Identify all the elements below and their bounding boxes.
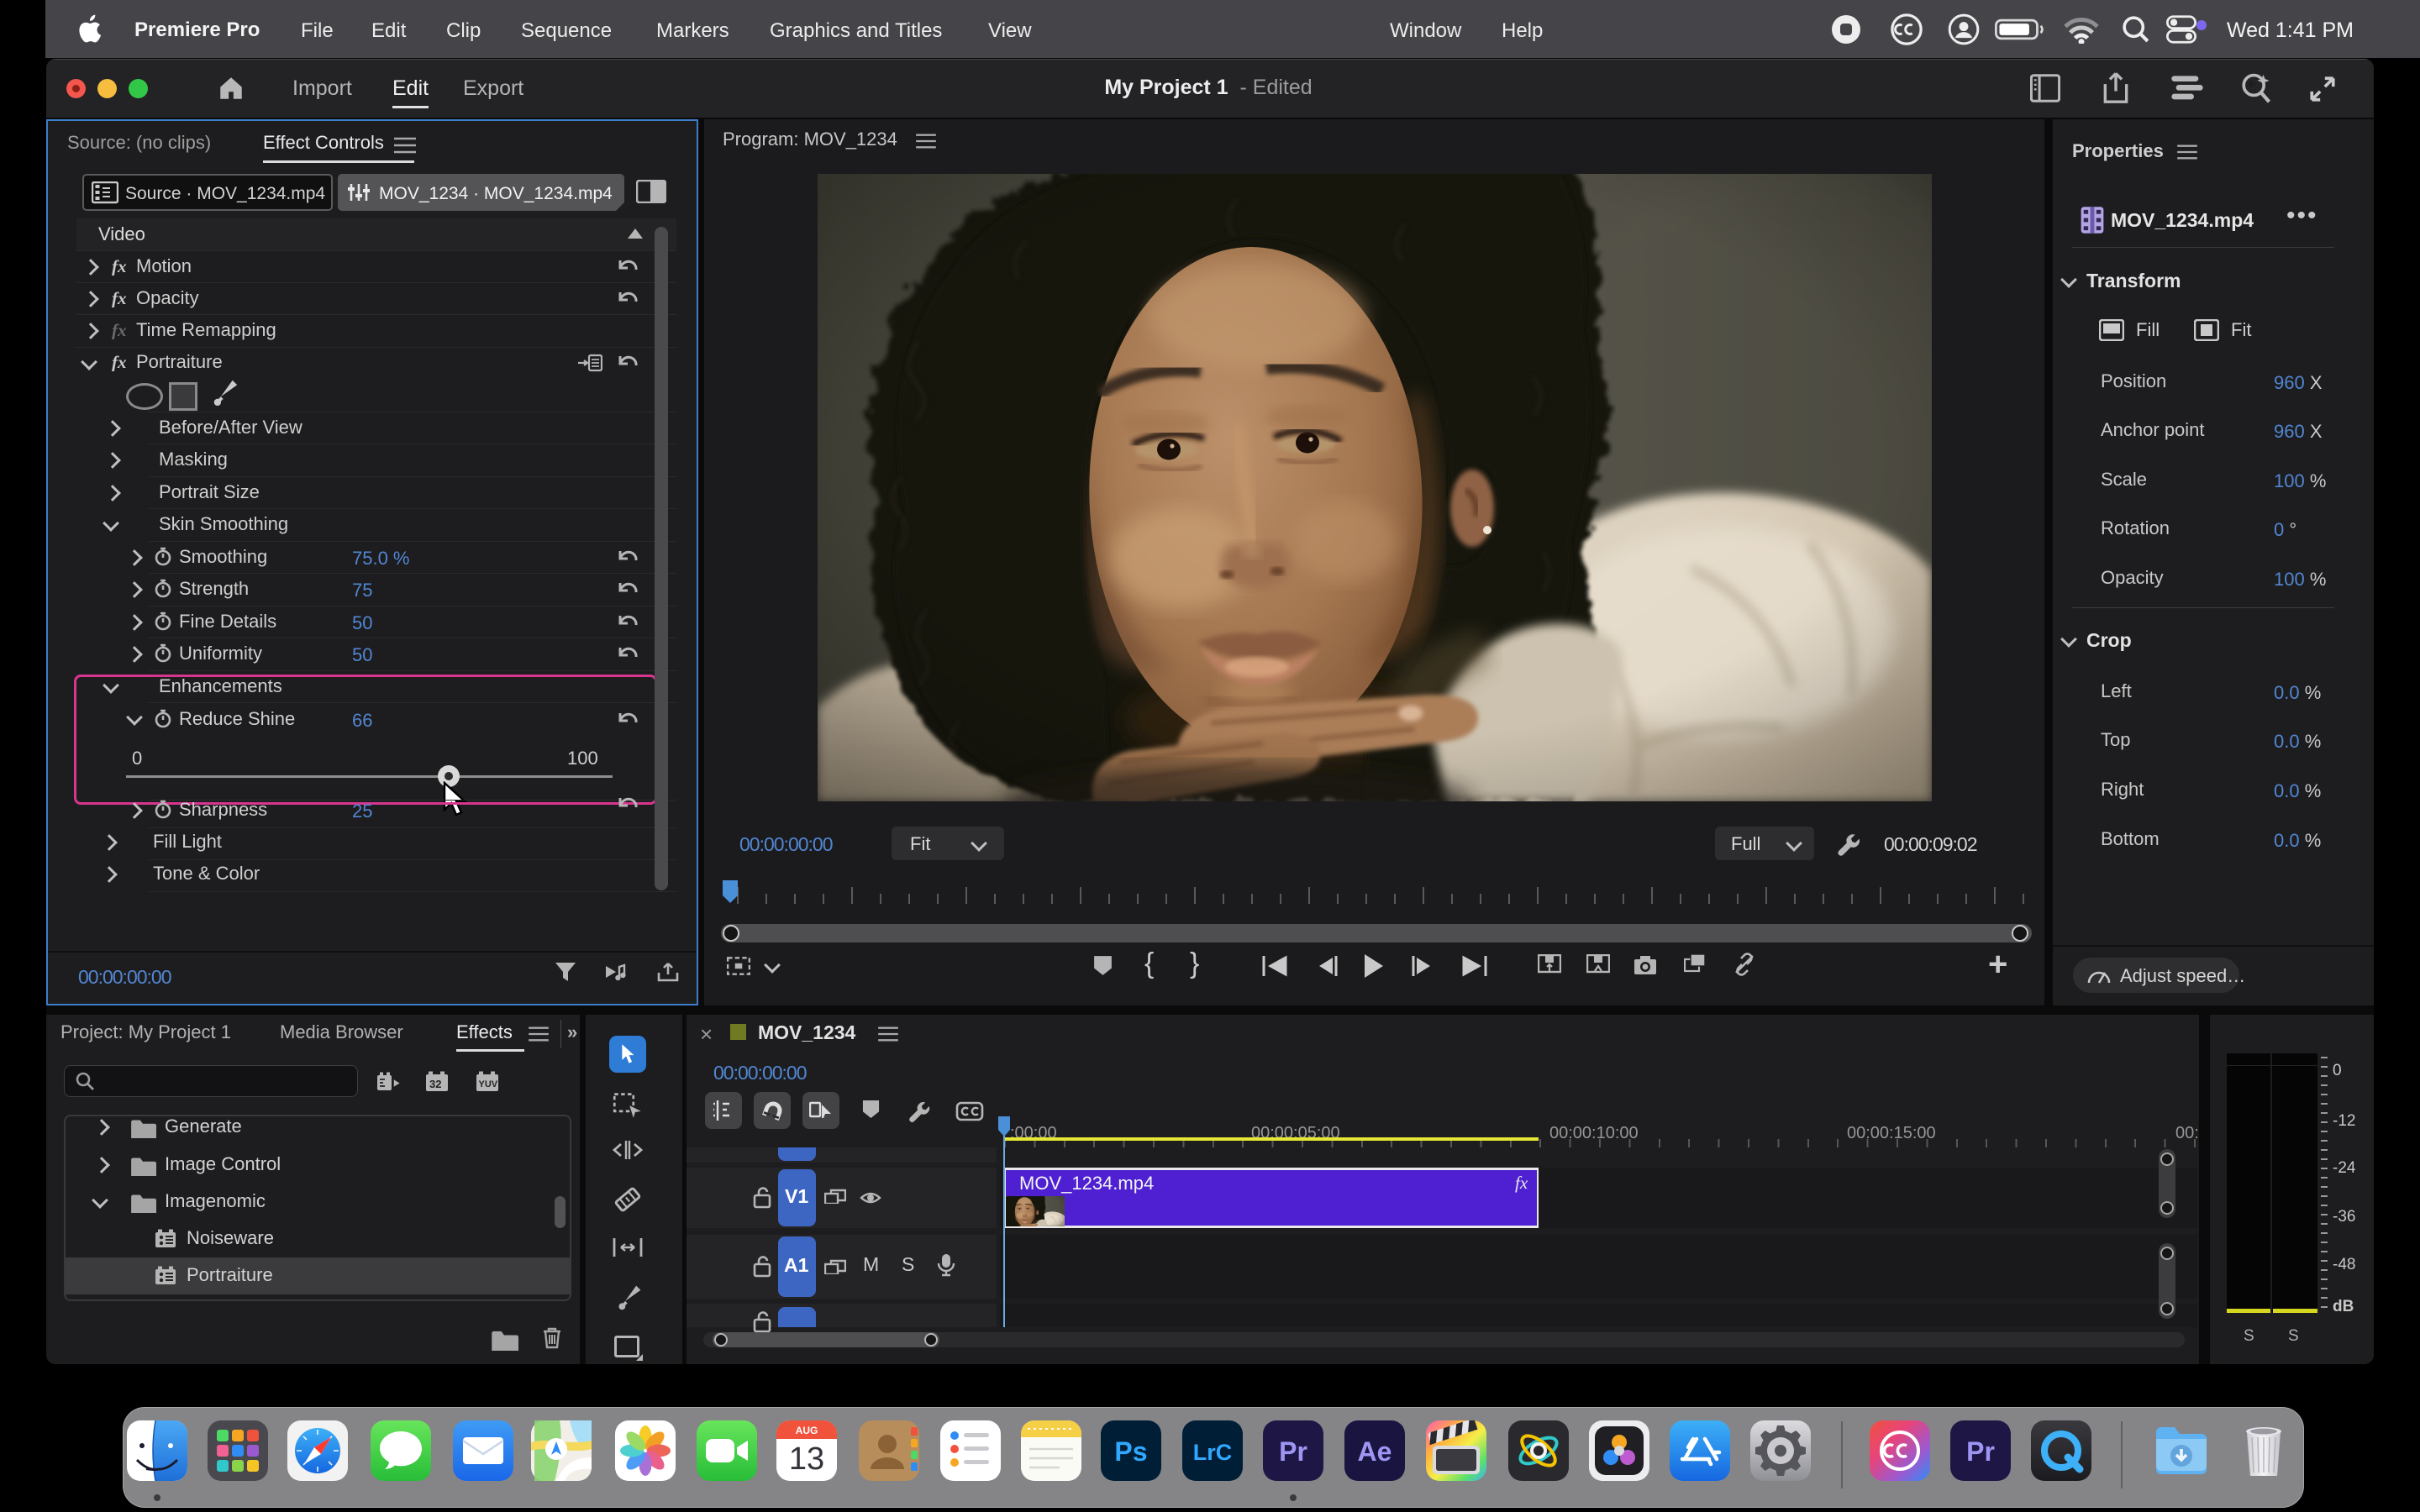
svg-text:Ae: Ae (1358, 1436, 1392, 1467)
svg-text:Ps: Ps (1114, 1436, 1147, 1467)
svg-text:YUV: YUV (479, 1079, 498, 1089)
svg-text:Pr: Pr (1966, 1436, 1995, 1467)
svg-text:AUG: AUG (796, 1425, 818, 1436)
svg-text:32: 32 (429, 1078, 441, 1090)
svg-text:13: 13 (789, 1441, 824, 1477)
svg-text:Pr: Pr (1279, 1436, 1307, 1467)
svg-text:LrC: LrC (1193, 1440, 1233, 1465)
